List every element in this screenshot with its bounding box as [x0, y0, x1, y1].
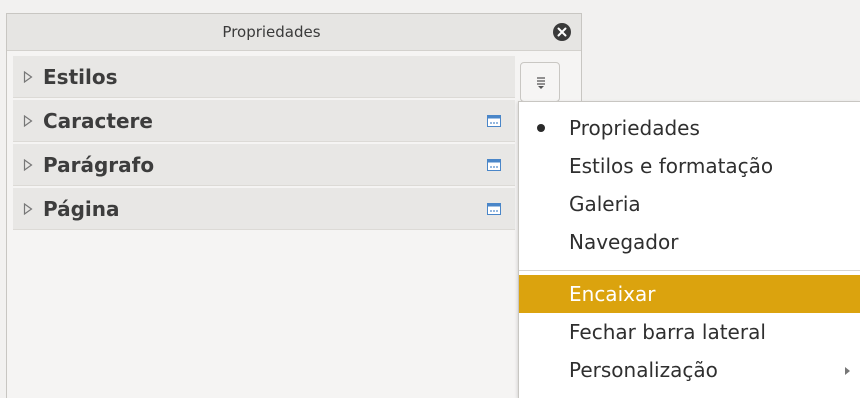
- sidebar-panel: Propriedades Estilos Caractere Parágrafo…: [6, 13, 582, 398]
- sidebar-context-menu: Propriedades Estilos e formatação Galeri…: [518, 101, 860, 398]
- submenu-arrow-icon: [845, 367, 850, 375]
- panel-titlebar: Propriedades: [7, 14, 581, 51]
- expand-arrow-icon: [23, 159, 33, 171]
- panel-title: Propriedades: [222, 23, 321, 41]
- menu-item-navegador[interactable]: Navegador: [519, 223, 860, 261]
- menu-item-label: Personalização: [569, 358, 718, 382]
- menu-item-galeria[interactable]: Galeria: [519, 185, 860, 223]
- more-options-icon[interactable]: [487, 203, 501, 215]
- menu-item-fechar-barra-lateral[interactable]: Fechar barra lateral: [519, 313, 860, 351]
- menu-item-label: Encaixar: [569, 282, 656, 306]
- menu-item-label: Fechar barra lateral: [569, 320, 766, 344]
- menu-separator: [519, 270, 860, 271]
- menu-icon: [537, 77, 545, 89]
- menu-item-label: Galeria: [569, 192, 641, 216]
- sidebar-menu-button[interactable]: [520, 62, 560, 102]
- more-options-icon[interactable]: [487, 159, 501, 171]
- deck-label: Caractere: [43, 109, 153, 133]
- deck-label: Parágrafo: [43, 153, 155, 177]
- menu-item-label: Navegador: [569, 230, 679, 254]
- expand-arrow-icon: [23, 71, 33, 83]
- expand-arrow-icon: [23, 203, 33, 215]
- menu-item-estilos-formatacao[interactable]: Estilos e formatação: [519, 147, 860, 185]
- selected-bullet-icon: [537, 124, 545, 132]
- menu-item-personalizacao[interactable]: Personalização: [519, 351, 860, 389]
- menu-item-label: Propriedades: [569, 116, 700, 140]
- deck-paragrafo[interactable]: Parágrafo: [13, 144, 515, 186]
- deck-caractere[interactable]: Caractere: [13, 100, 515, 142]
- deck-estilos[interactable]: Estilos: [13, 56, 515, 98]
- menu-item-label: Estilos e formatação: [569, 154, 774, 178]
- deck-pagina[interactable]: Página: [13, 188, 515, 230]
- more-options-icon[interactable]: [487, 115, 501, 127]
- deck-label: Página: [43, 197, 120, 221]
- menu-item-encaixar[interactable]: Encaixar: [519, 275, 860, 313]
- close-icon[interactable]: [553, 23, 571, 41]
- deck-label: Estilos: [43, 65, 118, 89]
- expand-arrow-icon: [23, 115, 33, 127]
- menu-item-propriedades[interactable]: Propriedades: [519, 109, 860, 147]
